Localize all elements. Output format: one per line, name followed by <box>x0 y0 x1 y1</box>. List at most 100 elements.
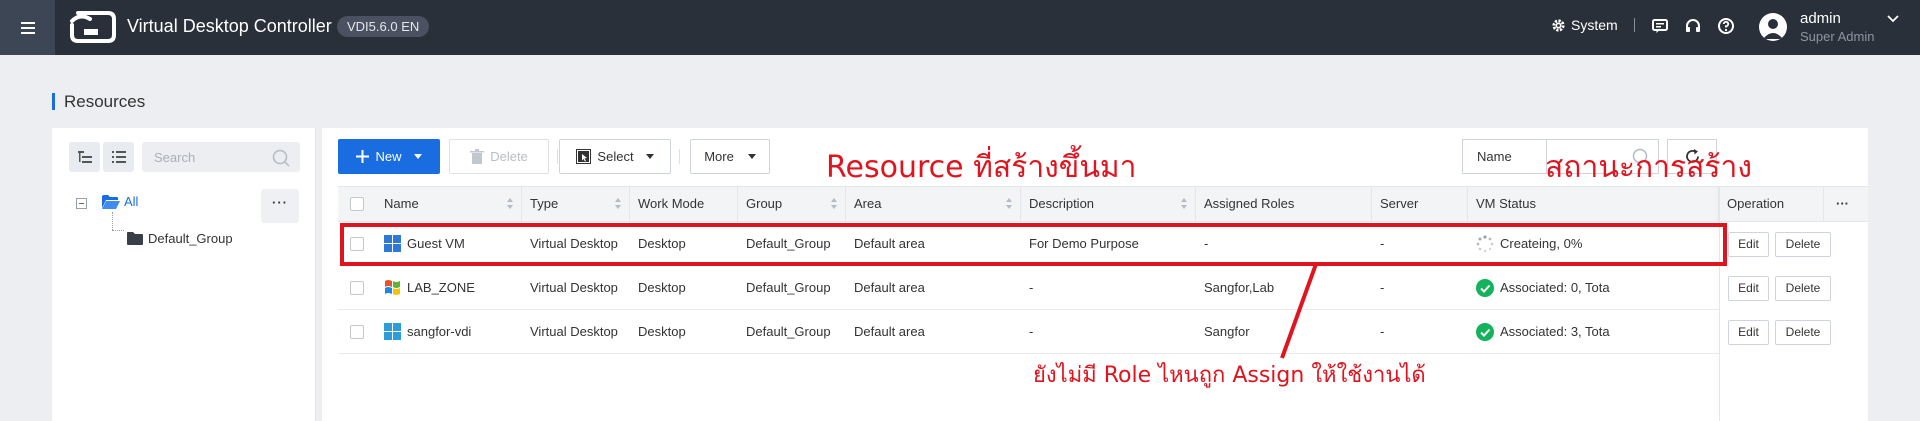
cell-description: - <box>1029 324 1034 339</box>
annotation-created-resource: Resource ที่สร้างขึ้นมา <box>826 150 1137 185</box>
column-header-work-mode[interactable]: Work Mode <box>630 187 738 221</box>
version-badge: VDI5.6.0 EN <box>337 16 430 37</box>
menu-toggle-button[interactable] <box>0 0 55 55</box>
select-cursor-icon <box>576 149 592 164</box>
cell-work-mode: Desktop <box>638 324 686 339</box>
annotation-creation-status: สถานะการสร้าง <box>1545 150 1752 185</box>
row-checkbox[interactable] <box>350 325 364 339</box>
column-header-group[interactable]: Group <box>738 187 846 221</box>
annotation-arrow <box>1280 263 1318 359</box>
group-tree-panel: All ··· Default_Group <box>52 128 316 421</box>
table-row[interactable]: LAB_ZONE Virtual Desktop Desktop Default… <box>338 266 1868 310</box>
check-circle-icon <box>1476 278 1494 297</box>
cell-name: LAB_ZONE <box>376 266 522 309</box>
annotation-no-role: ยังไม่มี Role ไหนถูก Assign ให้ใช้งานได้ <box>1033 363 1426 388</box>
cell-type: Virtual Desktop <box>530 280 618 295</box>
trash-icon <box>470 149 485 164</box>
table-row[interactable]: sangfor-vdi Virtual Desktop Desktop Defa… <box>338 310 1868 354</box>
cell-work-mode: Desktop <box>638 280 686 295</box>
avatar[interactable] <box>1759 13 1787 41</box>
column-header-name[interactable]: Name <box>376 187 522 221</box>
more-button-label: More <box>704 149 734 164</box>
delete-row-button[interactable]: Delete <box>1775 320 1831 345</box>
tree-list-view-button[interactable] <box>103 142 134 172</box>
headset-icon[interactable] <box>1684 17 1702 35</box>
sort-icon[interactable] <box>1181 198 1187 210</box>
delete-button[interactable]: Delete <box>449 139 549 174</box>
column-label: Description <box>1029 196 1095 211</box>
folder-open-icon <box>102 194 120 209</box>
tree-connector <box>112 230 124 231</box>
cell-type: Virtual Desktop <box>530 324 618 339</box>
select-button[interactable]: Select <box>559 139 671 174</box>
column-header-type[interactable]: Type <box>522 187 630 221</box>
cell-server: - <box>1380 324 1385 339</box>
cell-area: Default area <box>854 280 925 295</box>
table-header: Name Type Work Mode Group Area Descripti… <box>338 186 1868 222</box>
tree-node-all-label: All <box>124 194 139 209</box>
column-header-vm-status[interactable]: VM Status <box>1468 187 1719 221</box>
user-role: Super Admin <box>1800 29 1875 44</box>
tree-structure-icon <box>77 151 92 163</box>
cell-vm-status: Associated: 0, Tota <box>1468 266 1719 309</box>
resource-name[interactable]: sangfor-vdi <box>407 310 471 353</box>
user-icon <box>1763 19 1783 39</box>
cell-group: Default_Group <box>746 324 831 339</box>
column-label: Group <box>746 196 783 211</box>
gear-icon <box>1552 18 1565 32</box>
sort-icon[interactable] <box>507 198 513 210</box>
help-icon[interactable] <box>1717 17 1735 35</box>
user-name[interactable]: admin <box>1800 10 1841 27</box>
column-header-operation: Operation <box>1719 187 1824 221</box>
delete-row-button[interactable]: Delete <box>1775 232 1831 257</box>
sort-icon[interactable] <box>1006 198 1012 210</box>
operation-column-divider <box>1719 186 1720 421</box>
vm-status-text: Associated: 3, Tota <box>1500 324 1610 339</box>
tree-collapse-toggle[interactable] <box>76 198 87 209</box>
row-checkbox[interactable] <box>350 281 364 295</box>
caret-down-icon <box>645 154 654 159</box>
filter-field-select[interactable]: Name <box>1462 139 1546 174</box>
more-button[interactable]: More <box>690 139 770 174</box>
delete-row-button[interactable]: Delete <box>1775 276 1831 301</box>
search-icon[interactable] <box>272 149 290 167</box>
chevron-down-icon[interactable] <box>1887 14 1899 24</box>
column-options-button[interactable]: ··· <box>1824 187 1868 221</box>
column-label: Operation <box>1727 196 1785 211</box>
tree-search-input[interactable] <box>142 142 262 172</box>
cell-server: - <box>1380 280 1385 295</box>
edit-button[interactable]: Edit <box>1728 232 1769 257</box>
sangfor-logo-icon <box>70 11 116 43</box>
column-header-assigned-roles[interactable]: Assigned Roles <box>1196 187 1372 221</box>
windows-xp-icon <box>385 280 400 295</box>
column-label: Area <box>854 196 882 211</box>
delete-button-label: Delete <box>490 149 528 164</box>
message-icon[interactable] <box>1651 17 1669 35</box>
system-menu[interactable]: System <box>1551 17 1618 33</box>
edit-button[interactable]: Edit <box>1728 320 1769 345</box>
caret-down-icon <box>413 154 422 159</box>
column-header-description[interactable]: Description <box>1021 187 1196 221</box>
tree-connector <box>112 212 113 230</box>
tree-node-default-group[interactable]: Default_Group <box>127 231 233 246</box>
column-header-area[interactable]: Area <box>846 187 1021 221</box>
column-header-server[interactable]: Server <box>1372 187 1468 221</box>
edit-button[interactable]: Edit <box>1728 276 1769 301</box>
list-icon <box>111 151 126 163</box>
new-button[interactable]: New <box>338 139 440 174</box>
cell-area: Default area <box>854 324 925 339</box>
tree-more-button[interactable]: ··· <box>261 189 299 223</box>
new-button-label: New <box>375 149 402 164</box>
tree-expand-all-button[interactable] <box>69 142 100 172</box>
tree-node-label: Default_Group <box>148 231 233 246</box>
sort-icon[interactable] <box>615 198 621 210</box>
top-bar: Virtual Desktop Controller VDI5.6.0 EN S… <box>0 0 1920 55</box>
tree-node-all[interactable]: All <box>102 194 138 209</box>
sort-icon[interactable] <box>831 198 837 210</box>
operation-column: Edit Delete Edit Delete Edit Delete <box>1719 222 1868 421</box>
resource-name[interactable]: LAB_ZONE <box>407 266 475 309</box>
select-all-checkbox[interactable] <box>350 197 364 211</box>
column-label: Name <box>384 196 419 211</box>
check-circle-icon <box>1476 322 1494 341</box>
header-divider <box>1634 18 1635 32</box>
